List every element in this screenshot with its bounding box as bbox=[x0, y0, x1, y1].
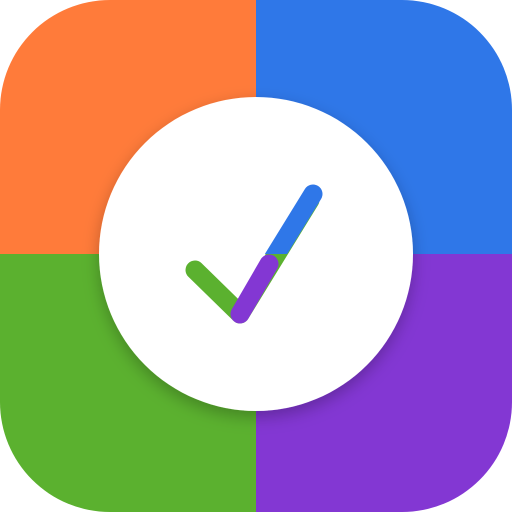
app-icon bbox=[0, 0, 512, 512]
app-icon-graphic bbox=[0, 0, 512, 512]
center-circle bbox=[99, 97, 413, 411]
